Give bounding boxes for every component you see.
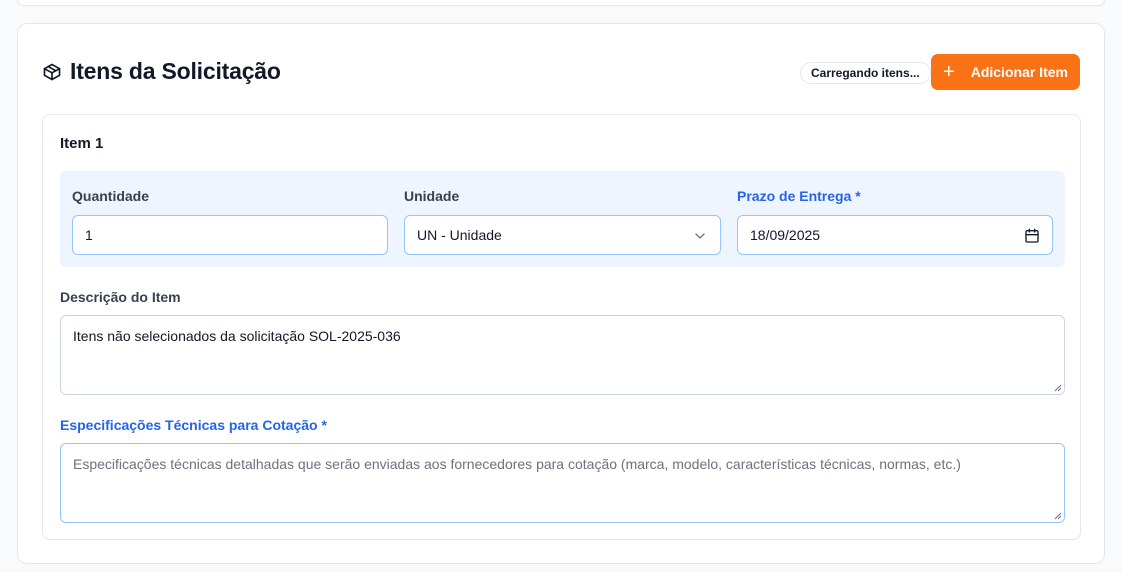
resize-grip-icon[interactable] xyxy=(1054,384,1062,392)
item-card: Item 1 Quantidade 1 Unidade UN - Unidade… xyxy=(42,114,1081,540)
calendar-icon[interactable] xyxy=(1024,228,1040,244)
description-label: Descrição do Item xyxy=(60,289,181,305)
quantity-input[interactable]: 1 xyxy=(72,215,388,255)
unit-value: UN - Unidade xyxy=(417,227,502,243)
description-textarea[interactable]: Itens não selecionados da solicitação SO… xyxy=(60,315,1065,395)
unit-select[interactable]: UN - Unidade xyxy=(404,215,721,255)
add-item-button[interactable]: + Adicionar Item xyxy=(931,54,1080,90)
unit-label: Unidade xyxy=(404,188,460,204)
deadline-date-input[interactable]: 18/09/2025 xyxy=(737,215,1053,255)
items-section-card: Itens da Solicitação Carregando itens...… xyxy=(17,23,1105,564)
specs-textarea[interactable]: Especificações técnicas detalhadas que s… xyxy=(60,443,1065,523)
quantity-value: 1 xyxy=(85,227,93,243)
section-title: Itens da Solicitação xyxy=(70,58,281,84)
quantity-label: Quantidade xyxy=(72,188,150,204)
chevron-down-icon xyxy=(695,233,705,239)
section-header: Itens da Solicitação Carregando itens...… xyxy=(42,54,1080,92)
specs-label: Especificações Técnicas para Cotação * xyxy=(60,417,327,433)
loading-badge: Carregando itens... xyxy=(800,62,931,84)
deadline-value: 18/09/2025 xyxy=(750,227,821,243)
package-icon xyxy=(43,63,61,80)
item-title: Item 1 xyxy=(60,135,104,152)
section-title-wrap: Itens da Solicitação xyxy=(42,58,281,85)
specs-placeholder: Especificações técnicas detalhadas que s… xyxy=(73,456,961,472)
item-fields-panel: Quantidade 1 Unidade UN - Unidade Prazo … xyxy=(60,171,1065,267)
description-value: Itens não selecionados da solicitação SO… xyxy=(73,328,401,344)
previous-card-edge xyxy=(17,0,1105,6)
deadline-label: Prazo de Entrega * xyxy=(737,188,861,204)
add-item-label: Adicionar Item xyxy=(970,64,1068,80)
resize-grip-icon[interactable] xyxy=(1054,512,1062,520)
plus-icon: + xyxy=(943,61,955,83)
